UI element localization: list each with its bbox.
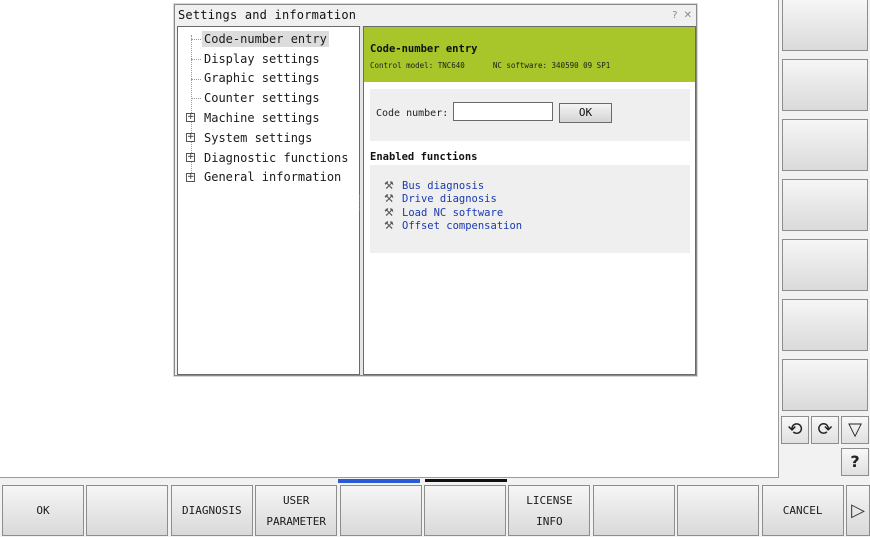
tree-item[interactable]: Code-number entry [178, 29, 359, 49]
tree-item[interactable]: Graphic settings [178, 69, 359, 89]
nc-software-version: NC software: 340590 09 SP1 [492, 61, 611, 70]
tree-item-label: Graphic settings [204, 71, 320, 86]
softkey-label-line1: LICENSE [526, 493, 573, 507]
settings-dialog: Settings and information ? ✕ Code-number… [174, 4, 697, 376]
ok-softkey[interactable]: OK [2, 485, 84, 536]
softkey-row-indicator [425, 479, 507, 482]
triangle-right-icon: ▷ [851, 500, 865, 521]
close-icon[interactable]: ✕ [684, 10, 692, 21]
vertical-softkey[interactable] [782, 359, 868, 411]
cancel-softkey[interactable]: CANCEL [761, 485, 844, 536]
triangle-down-button[interactable]: ▽ [841, 416, 869, 444]
code-number-label: Code number: [376, 108, 449, 119]
vertical-softkey[interactable] [782, 59, 868, 111]
next-softkey-row-button[interactable]: ▷ [846, 485, 870, 536]
softkey-label-line1: CANCEL [782, 504, 823, 517]
expand-icon[interactable]: + [186, 132, 195, 142]
softkey-label-line1: OK [36, 504, 50, 517]
control-model: Control model: TNC640 [370, 61, 465, 70]
softkey-label-line2: PARAMETER [266, 514, 326, 528]
license-softkey[interactable]: LICENSE INFO [508, 485, 591, 536]
tree-item-label: System settings [204, 130, 313, 145]
tree-item[interactable]: Counter settings [178, 88, 359, 108]
enabled-function-item: ⚒ Drive diagnosis [384, 193, 690, 207]
vertical-softkey[interactable] [782, 0, 868, 51]
tools-icon: ⚒ [384, 219, 394, 233]
tree-item-label: Machine settings [204, 111, 320, 126]
dialog-title: Settings and information [178, 8, 357, 22]
rotate-left-icon: ⟲ [787, 419, 803, 440]
empty-softkey[interactable] [592, 485, 675, 536]
empty-softkey[interactable] [677, 485, 760, 536]
diagnosis-softkey[interactable]: DIAGNOSIS [170, 485, 253, 536]
content-header: Code-number entry Control model: TNC640 … [364, 27, 695, 82]
tree-item-label: General information [204, 170, 342, 185]
vertical-softkey[interactable] [782, 239, 868, 291]
tools-icon: ⚒ [384, 205, 394, 219]
code-number-box: Code number: OK [370, 89, 690, 141]
softkey-row-indicator-active [338, 479, 420, 483]
content-panel: Code-number entry Control model: TNC640 … [363, 26, 696, 375]
triangle-down-icon: ▽ [848, 419, 862, 440]
tree-item[interactable]: + Machine settings [178, 108, 359, 128]
tree-item-label: Counter settings [204, 91, 320, 106]
enabled-function-item: ⚒ Offset compensation [384, 220, 690, 234]
rotate-right-icon: ⟳ [817, 419, 833, 440]
tree-item-label: Display settings [204, 51, 320, 66]
vertical-softkey[interactable] [782, 119, 868, 171]
tree-branch-line [191, 39, 201, 40]
rotate-right-button[interactable]: ⟳ [811, 416, 839, 444]
enabled-function-label: Load NC software [402, 206, 504, 219]
enabled-function-item: ⚒ Bus diagnosis [384, 179, 690, 193]
tools-icon: ⚒ [384, 192, 394, 206]
code-ok-button[interactable]: OK [559, 103, 612, 123]
softkey-label-line1: USER [282, 493, 310, 507]
enabled-functions-title: Enabled functions [370, 151, 478, 163]
content-header-title: Code-number entry [370, 43, 478, 55]
help-icon: ? [850, 452, 860, 471]
vertical-softkey[interactable] [782, 299, 868, 351]
tree-item[interactable]: + General information [178, 168, 359, 188]
tree-item[interactable]: + Diagnostic functions [178, 148, 359, 168]
softkey-label-line1: DIAGNOSIS [181, 504, 242, 517]
dialog-titlebar: Settings and information ? ✕ [175, 5, 696, 25]
tree-item[interactable]: Display settings [178, 49, 359, 69]
enabled-function-label: Bus diagnosis [402, 179, 485, 192]
help-button[interactable]: ? [841, 448, 869, 476]
expand-icon[interactable]: + [186, 152, 195, 162]
expand-icon[interactable]: + [186, 113, 195, 123]
tree-branch-line [191, 78, 201, 80]
tree-branch-line [191, 58, 201, 60]
vertical-softkey[interactable] [782, 179, 868, 231]
user-softkey[interactable]: USER PARAMETER [255, 485, 338, 536]
help-icon[interactable]: ? [672, 10, 677, 21]
empty-softkey[interactable] [86, 485, 169, 536]
tree-item-label: Diagnostic functions [204, 150, 349, 165]
enabled-functions-list: ⚒ Bus diagnosis ⚒ Drive diagnosis ⚒ Load NC s… [370, 165, 690, 253]
tree-item[interactable]: + System settings [178, 128, 359, 148]
tools-icon: ⚒ [384, 178, 394, 192]
empty-softkey[interactable] [339, 485, 422, 536]
softkey-label-line2: INFO [536, 514, 563, 528]
expand-icon[interactable]: + [186, 172, 195, 182]
enabled-function-label: Drive diagnosis [402, 193, 497, 206]
enabled-function-item: ⚒ Load NC software [384, 206, 690, 220]
code-number-input[interactable] [453, 102, 553, 121]
empty-softkey[interactable] [424, 485, 506, 536]
tree-branch-line [191, 98, 201, 100]
settings-tree: Code-number entry Display settings Graphic… [177, 26, 360, 375]
tree-item-label: Code-number entry [202, 30, 329, 47]
rotate-left-button[interactable]: ⟲ [781, 416, 809, 444]
enabled-function-label: Offset compensation [402, 220, 523, 233]
